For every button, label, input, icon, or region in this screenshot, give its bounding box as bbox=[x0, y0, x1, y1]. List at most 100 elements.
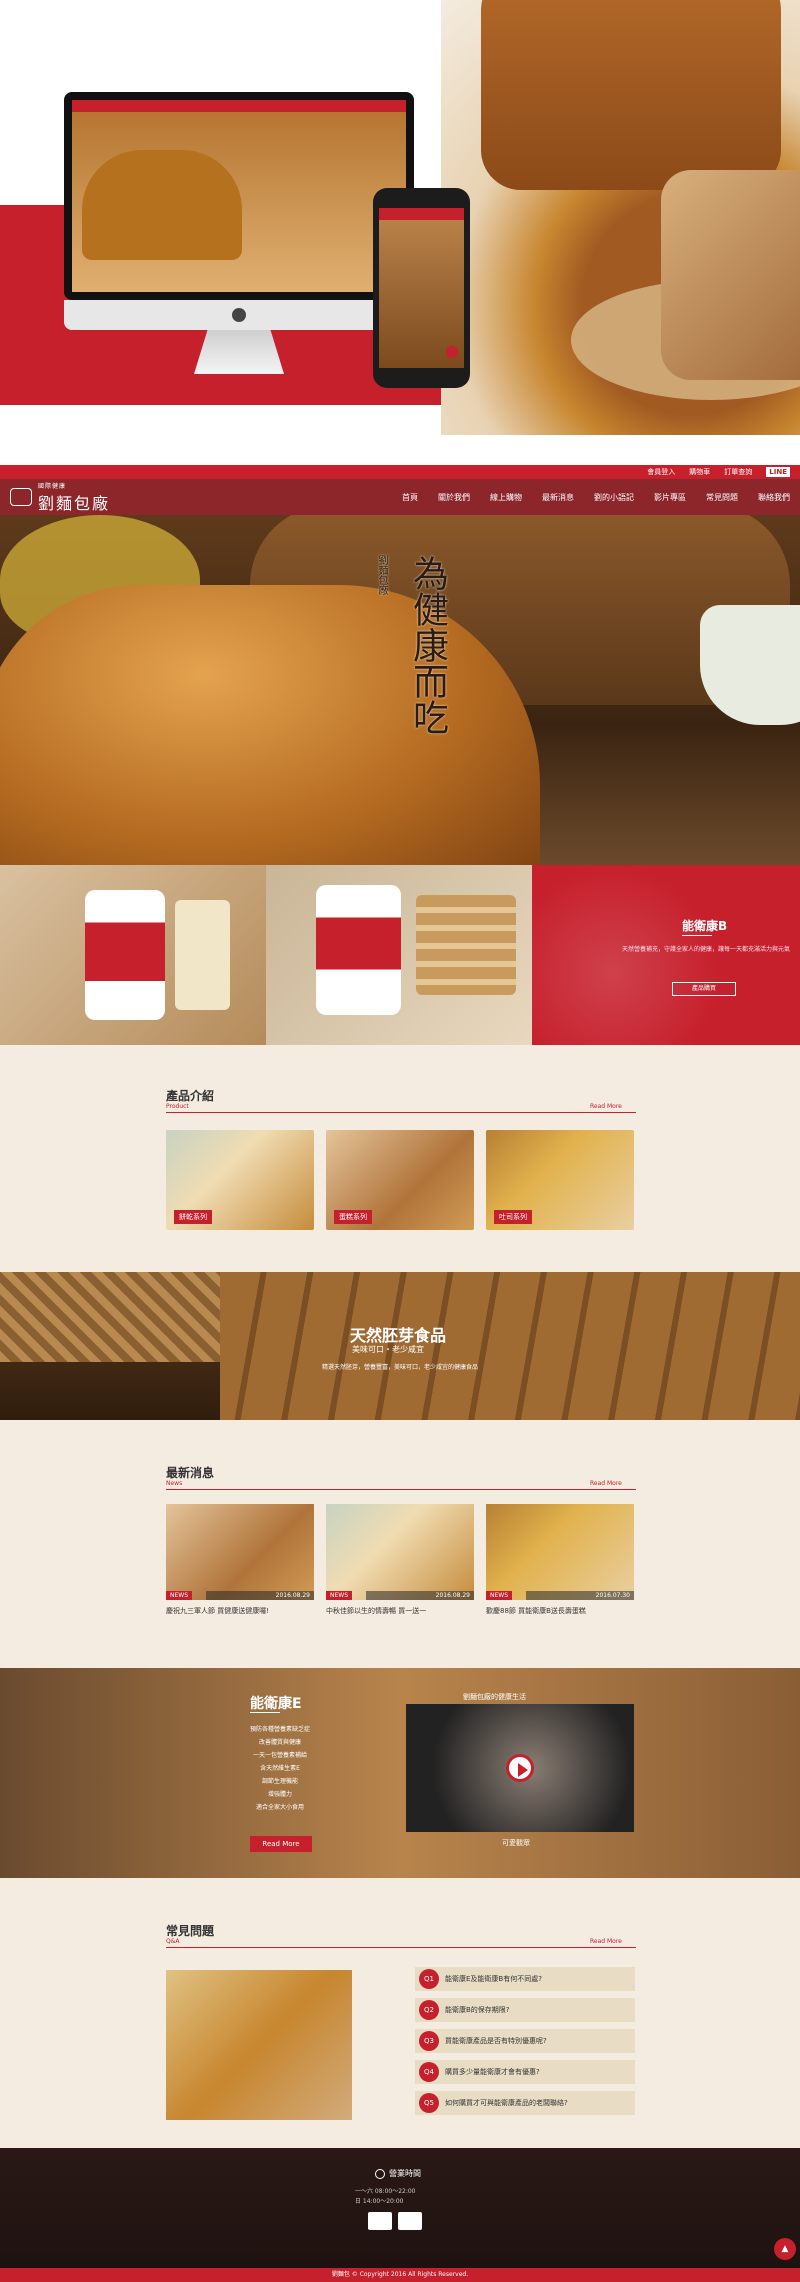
hours-sunday: 日 14:00～20:00 bbox=[355, 2198, 404, 2205]
news-title: 最新消息 bbox=[166, 1466, 215, 1480]
tile3-buy-button[interactable]: 產品購買 bbox=[672, 982, 736, 996]
tile-product-3: 能衛康B 天然營養補充，守護全家人的健康，讓每一天都充滿活力與元氣 產品購買 bbox=[532, 865, 800, 1045]
phone-mockup bbox=[373, 188, 470, 388]
brand-sub: 國際健康 bbox=[38, 482, 67, 490]
news-date: 2016.08.29 bbox=[366, 1591, 474, 1600]
play-icon[interactable] bbox=[506, 1754, 534, 1782]
site-footer: 營業時間 一～六 08:00～22:00 日 14:00～20:00 ▲ bbox=[0, 2148, 800, 2268]
nutri-list: 預防各種營養素缺乏症 改善體質與健康 一天一包營養素補給 含天然維生素E 調節生… bbox=[220, 1723, 340, 1814]
nutri-readmore-button[interactable]: Read More bbox=[250, 1836, 312, 1852]
phone-screen bbox=[379, 208, 464, 368]
faq-item[interactable]: Q3 買能衛康產品是否有特別優惠呢? bbox=[415, 2029, 635, 2053]
faq-readmore[interactable]: Read More bbox=[590, 1938, 622, 1945]
calli-side: 劉麵包廠 bbox=[376, 555, 387, 595]
footer-logos bbox=[368, 2212, 422, 2230]
news-badge: NEWS bbox=[326, 1591, 353, 1600]
tile3-divider bbox=[682, 935, 712, 936]
nav-item-home[interactable]: 首頁 bbox=[402, 492, 418, 503]
news-badge: NEWS bbox=[486, 1591, 513, 1600]
faq-item[interactable]: Q2 能衛康B的保存期限? bbox=[415, 1998, 635, 2022]
nutri-item: 含天然維生素E bbox=[260, 1765, 300, 1772]
nav-item-shop[interactable]: 線上購物 bbox=[490, 492, 522, 503]
faq-number: Q2 bbox=[419, 2000, 439, 2020]
product-card-label: 餅乾系列 bbox=[174, 1210, 212, 1224]
faq-question: 如何購買才可與能衛康產品的老闆聯絡? bbox=[445, 2099, 568, 2107]
news-sub: News bbox=[166, 1480, 183, 1487]
faq-title: 常見問題 bbox=[166, 1924, 215, 1938]
phone-dot-icon bbox=[446, 346, 458, 358]
products-readmore[interactable]: Read More bbox=[590, 1103, 622, 1110]
nav-item-faq[interactable]: 常見問題 bbox=[706, 492, 738, 503]
faq-number: Q1 bbox=[419, 1969, 439, 1989]
news-section: 最新消息 News Read More NEWS 2016.08.29 慶祝九三… bbox=[0, 1420, 800, 1668]
product-card[interactable]: 蛋糕系列 bbox=[326, 1130, 474, 1230]
faq-item[interactable]: Q1 能衛康E及能衛康B有何不同處? bbox=[415, 1967, 635, 1991]
products-sub: Product bbox=[166, 1103, 189, 1110]
nav-item-video[interactable]: 影片專區 bbox=[654, 492, 686, 503]
products-divider bbox=[166, 1112, 636, 1113]
tile3-ghost bbox=[532, 865, 800, 1045]
login-link[interactable]: 會員登入 bbox=[647, 467, 675, 477]
imac-screen bbox=[64, 92, 414, 300]
line-button[interactable]: LINE bbox=[766, 467, 790, 477]
tile1-glass bbox=[175, 900, 230, 1010]
news-card[interactable]: NEWS 2016.08.29 慶祝九三軍人節 買健康送健康囉! bbox=[166, 1504, 314, 1616]
nutri-item: 一天一包營養素補給 bbox=[252, 1752, 307, 1759]
nav-item-news[interactable]: 最新消息 bbox=[542, 492, 574, 503]
calli-main: 為健康而吃 bbox=[407, 555, 448, 735]
faq-number: Q3 bbox=[419, 2031, 439, 2051]
faq-item[interactable]: Q5 如何購買才可與能衛康產品的老闆聯絡? bbox=[415, 2091, 635, 2115]
faq-sub: Q&A bbox=[166, 1938, 180, 1945]
main-nav: 首頁 關於我們 線上購物 最新消息 劉的小語記 影片專區 常見問題 聯絡我們 bbox=[402, 492, 790, 503]
nutri-item: 改善體質與健康 bbox=[258, 1739, 301, 1746]
news-readmore[interactable]: Read More bbox=[590, 1480, 622, 1487]
cake-photo-loaf bbox=[481, 0, 781, 190]
nutri-section: 能衛康E 預防各種營養素缺乏症 改善體質與健康 一天一包營養素補給 含天然維生素… bbox=[0, 1668, 800, 1878]
site-header: 國際健康 劉麵包廠 首頁 關於我們 線上購物 最新消息 劉的小語記 影片專區 常… bbox=[0, 479, 800, 515]
clock-icon bbox=[375, 2168, 385, 2179]
order-link[interactable]: 訂單查詢 bbox=[724, 467, 752, 477]
back-to-top-button[interactable]: ▲ bbox=[774, 2238, 796, 2260]
cart-link[interactable]: 購物車 bbox=[689, 467, 710, 477]
product-card-label: 蛋糕系列 bbox=[334, 1210, 372, 1224]
partner-logo[interactable] bbox=[398, 2212, 422, 2230]
tile-product-2[interactable] bbox=[266, 865, 532, 1045]
news-card[interactable]: NEWS 2016.07.30 歡慶88節 買能衛康B送長壽蛋糕 bbox=[486, 1504, 634, 1616]
imac-chin bbox=[64, 300, 414, 330]
nav-item-blog[interactable]: 劉的小語記 bbox=[594, 492, 634, 503]
news-badge: NEWS bbox=[166, 1591, 193, 1600]
brand-name: 劉麵包廠 bbox=[38, 493, 111, 513]
tile2-bread bbox=[416, 895, 516, 995]
faq-question: 買能衛康產品是否有特別優惠呢? bbox=[445, 2037, 547, 2045]
copyright: 劉麵包 © Copyright 2016 All Rights Reserved… bbox=[0, 2268, 800, 2282]
nav-item-contact[interactable]: 聯絡我們 bbox=[758, 492, 790, 503]
tile1-can bbox=[85, 890, 165, 1020]
product-tiles: 能衛康B 天然營養補充，守護全家人的健康，讓每一天都充滿活力與元氣 產品購買 bbox=[0, 865, 800, 1045]
imac-stand bbox=[194, 330, 284, 374]
video-title: 劉麵包廠的健康生活 bbox=[463, 1693, 526, 1701]
hero-banner: 為健康而吃 劉麵包廠 bbox=[0, 515, 800, 865]
hours-weekday: 一～六 08:00～22:00 bbox=[355, 2188, 416, 2195]
news-card[interactable]: NEWS 2016.08.29 中秋佳節以生的情壽暢 買一送一 bbox=[326, 1504, 474, 1616]
brand-logo[interactable]: 國際健康 劉麵包廠 bbox=[10, 481, 110, 514]
banner-cup bbox=[700, 605, 800, 725]
partner-logo[interactable] bbox=[368, 2212, 392, 2230]
news-image: NEWS 2016.08.29 bbox=[326, 1504, 474, 1600]
video-player[interactable] bbox=[406, 1704, 634, 1832]
faq-question: 購買多少量能衛康才會有優惠? bbox=[445, 2068, 540, 2076]
brand-text: 國際健康 劉麵包廠 bbox=[38, 481, 110, 514]
nav-item-about[interactable]: 關於我們 bbox=[438, 492, 470, 503]
top-utility-bar: 會員登入 購物車 訂單查詢 LINE bbox=[0, 465, 800, 479]
product-card[interactable]: 餅乾系列 bbox=[166, 1130, 314, 1230]
faq-item[interactable]: Q4 購買多少量能衛康才會有優惠? bbox=[415, 2060, 635, 2084]
germ-subtitle: 美味可口・老少咸宜 bbox=[352, 1345, 424, 1354]
news-image: NEWS 2016.07.30 bbox=[486, 1504, 634, 1600]
product-card-label: 吐司系列 bbox=[494, 1210, 532, 1224]
tile-product-1[interactable] bbox=[0, 865, 266, 1045]
news-title-text: 中秋佳節以生的情壽暢 買一送一 bbox=[326, 1607, 427, 1615]
product-card[interactable]: 吐司系列 bbox=[486, 1130, 634, 1230]
mockup-hero bbox=[0, 0, 800, 435]
faq-number: Q5 bbox=[419, 2093, 439, 2113]
germ-bread bbox=[220, 1272, 800, 1420]
brand-seal-icon bbox=[10, 488, 32, 506]
